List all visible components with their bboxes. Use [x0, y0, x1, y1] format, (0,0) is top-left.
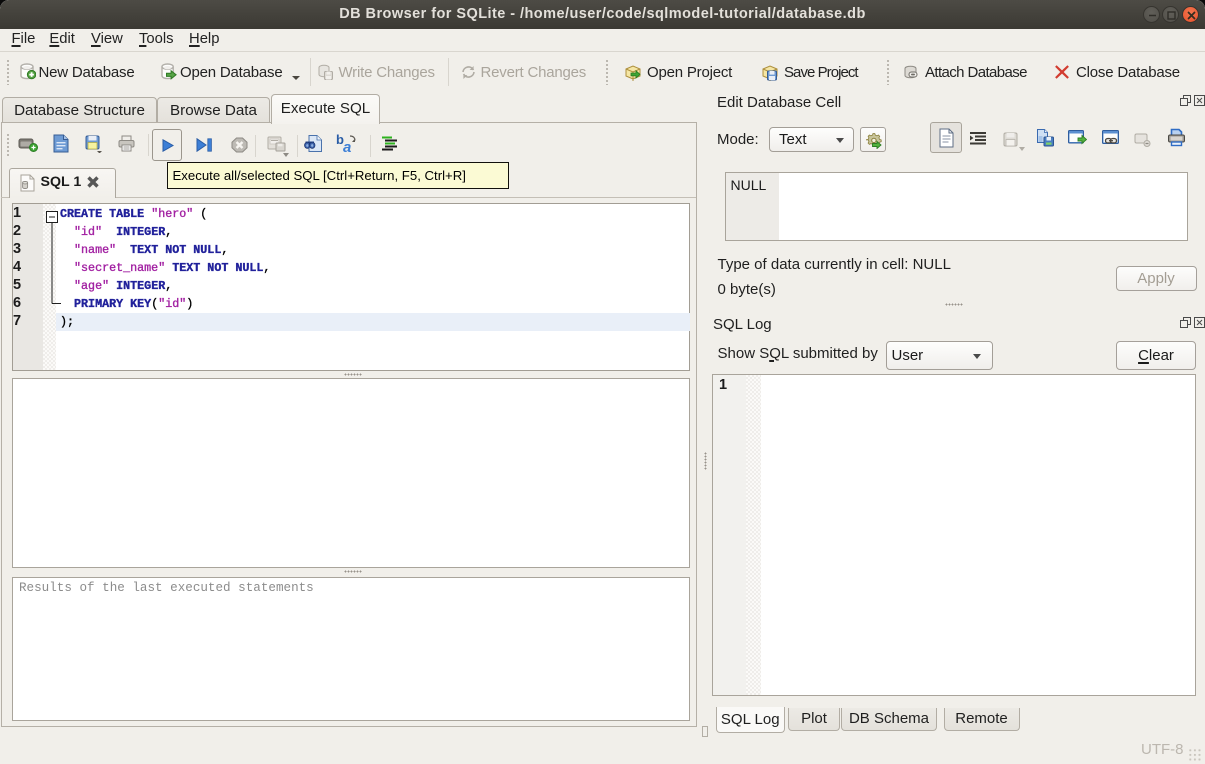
svg-text:a: a: [343, 139, 351, 153]
